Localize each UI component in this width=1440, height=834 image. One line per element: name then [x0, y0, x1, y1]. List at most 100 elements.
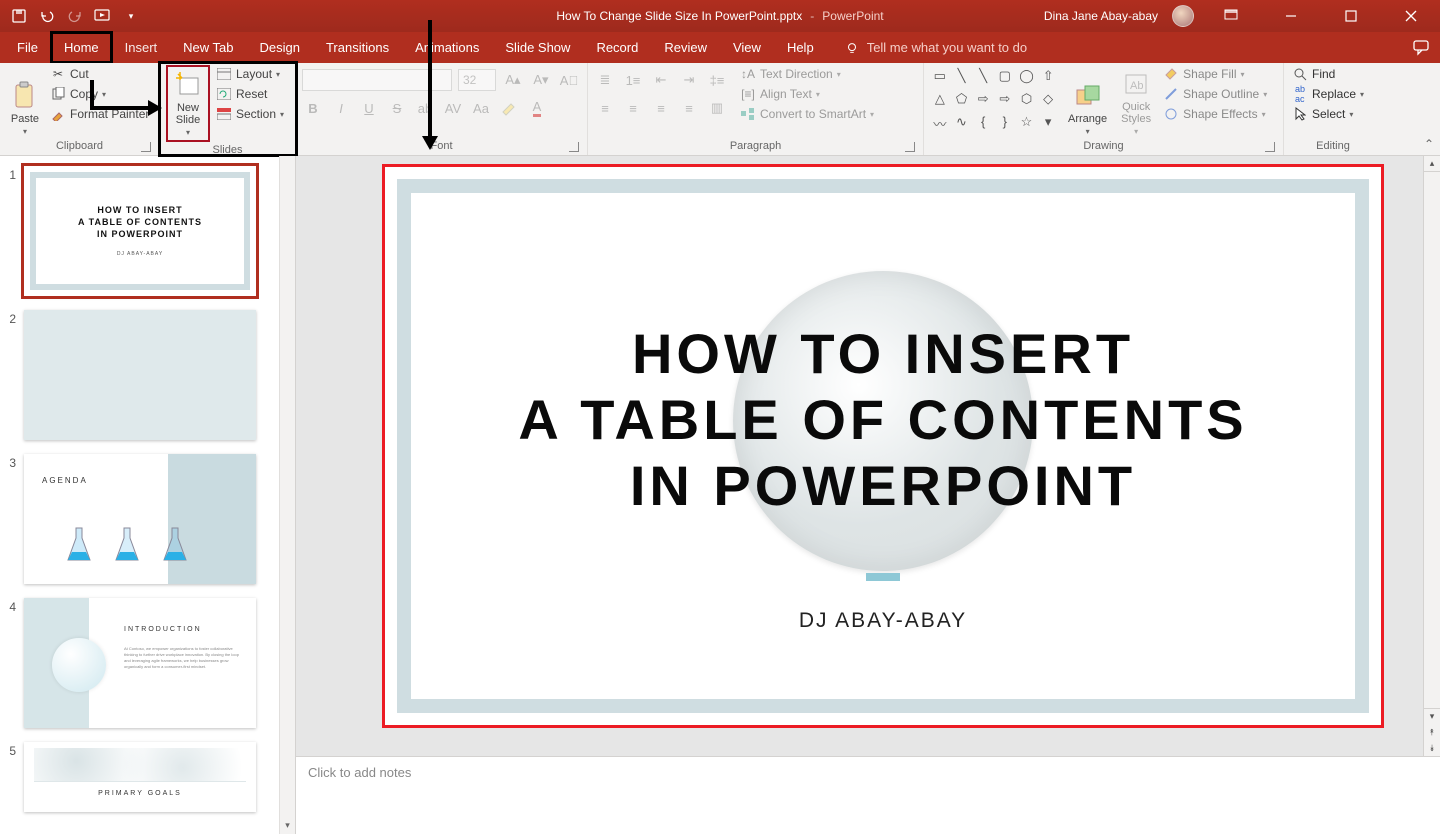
tab-review[interactable]: Review — [651, 32, 720, 63]
maximize-icon[interactable] — [1328, 0, 1374, 32]
arrange-button[interactable]: Arrange▾ — [1064, 65, 1111, 138]
bold-icon[interactable]: B — [302, 97, 324, 119]
thumbnail-slide-5[interactable]: PRIMARY GOALS — [24, 742, 256, 812]
shape-icon: ⬡ — [1017, 91, 1037, 112]
slide-canvas[interactable]: HOW TO INSERT A TABLE OF CONTENTS IN POW… — [382, 164, 1384, 728]
shape-outline-button[interactable]: Shape Outline▾ — [1161, 85, 1269, 103]
save-icon[interactable] — [10, 7, 28, 25]
dialog-launcher-icon[interactable] — [905, 142, 915, 152]
scroll-down-icon[interactable]: ▾ — [1424, 708, 1440, 724]
thumbnail-slide-1[interactable]: HOW TO INSERTA TABLE OF CONTENTSIN POWER… — [24, 166, 256, 296]
highlight-icon[interactable] — [498, 97, 520, 119]
tab-help[interactable]: Help — [774, 32, 827, 63]
italic-icon[interactable]: I — [330, 97, 352, 119]
quick-styles-button[interactable]: Ab Quick Styles▾ — [1117, 65, 1155, 138]
redo-icon[interactable] — [66, 7, 84, 25]
section-button[interactable]: Section▾ — [214, 105, 286, 123]
font-size-combo[interactable]: 32 — [458, 69, 496, 91]
undo-icon[interactable] — [38, 7, 56, 25]
dialog-launcher-icon[interactable] — [141, 142, 151, 152]
new-slide-button[interactable]: New Slide▾ — [169, 68, 207, 139]
text-direction-button[interactable]: ↕AText Direction▾ — [738, 65, 876, 83]
reset-button[interactable]: Reset — [214, 85, 286, 103]
reset-icon — [216, 86, 232, 102]
tab-transitions[interactable]: Transitions — [313, 32, 402, 63]
ribbon-display-options-icon[interactable] — [1208, 0, 1254, 32]
grow-font-icon[interactable]: A▴ — [502, 69, 524, 91]
tab-slideshow[interactable]: Slide Show — [492, 32, 583, 63]
align-left-icon[interactable]: ≡ — [594, 97, 616, 119]
paste-button[interactable]: Paste▾ — [6, 65, 44, 138]
shape-icon: ◇ — [1038, 91, 1058, 112]
prev-slide-icon[interactable]: ⯭ — [1424, 724, 1440, 740]
collapse-ribbon-icon[interactable]: ⌃ — [1424, 137, 1434, 151]
shape-icon: ▢ — [995, 68, 1015, 89]
tab-insert[interactable]: Insert — [112, 32, 171, 63]
qat-customize-icon[interactable]: ▾ — [122, 7, 140, 25]
comments-icon[interactable] — [1412, 38, 1430, 56]
bucket-icon — [1163, 66, 1179, 82]
scroll-up-icon[interactable]: ▴ — [1424, 156, 1440, 172]
select-button[interactable]: Select▾ — [1290, 105, 1366, 123]
convert-smartart-button[interactable]: Convert to SmartArt▾ — [738, 105, 876, 123]
slide-author[interactable]: DJ ABAY-ABAY — [411, 609, 1355, 633]
clear-formatting-icon[interactable]: A⃠ — [558, 69, 580, 91]
shrink-font-icon[interactable]: A▾ — [530, 69, 552, 91]
slide-thumbnail-pane[interactable]: 1 HOW TO INSERTA TABLE OF CONTENTSIN POW… — [0, 156, 296, 834]
dialog-launcher-icon[interactable] — [1265, 142, 1275, 152]
justify-icon[interactable]: ≡ — [678, 97, 700, 119]
smartart-icon — [740, 106, 756, 122]
replace-button[interactable]: abacReplace▾ — [1290, 85, 1366, 103]
thumbnail-slide-3[interactable]: AGENDA — [24, 454, 256, 584]
shape-fill-button[interactable]: Shape Fill▾ — [1161, 65, 1269, 83]
avatar[interactable] — [1172, 5, 1194, 27]
underline-icon[interactable]: U — [358, 97, 380, 119]
slide-title[interactable]: HOW TO INSERT A TABLE OF CONTENTS IN POW… — [411, 321, 1355, 519]
slide-canvas-area[interactable]: HOW TO INSERT A TABLE OF CONTENTS IN POW… — [296, 156, 1440, 756]
align-right-icon[interactable]: ≡ — [650, 97, 672, 119]
dialog-launcher-icon[interactable] — [569, 142, 579, 152]
increase-indent-icon[interactable]: ⇥ — [678, 69, 700, 91]
thumbnail-slide-2[interactable]: TABLE OF CONTENT PRIMARY GOALS QUARTERLY… — [24, 310, 256, 440]
tab-file[interactable]: File — [4, 32, 51, 63]
vertical-scrollbar[interactable]: ▴ ▾ ⯭ ⯯ — [1423, 156, 1440, 756]
annotation-arrow-down-icon — [420, 20, 440, 150]
find-button[interactable]: Find — [1290, 65, 1366, 83]
numbering-icon[interactable]: 1≡ — [622, 69, 644, 91]
font-color-icon[interactable]: A — [526, 97, 548, 119]
thumbnail-slide-4[interactable]: INTRODUCTION At Contoso, we empower orga… — [24, 598, 256, 728]
character-spacing-icon[interactable]: AV — [442, 97, 464, 119]
next-slide-icon[interactable]: ⯯ — [1424, 740, 1440, 756]
strikethrough-icon[interactable]: S — [386, 97, 408, 119]
accent-bar — [866, 573, 900, 581]
start-from-beginning-icon[interactable] — [94, 7, 112, 25]
shape-icon: ⬠ — [952, 91, 972, 112]
shapes-gallery[interactable]: ▭╲╲▢◯⇧ △⬠⇨⇨⬡◇ 〰∿{}☆▾ — [930, 65, 1058, 138]
tab-record[interactable]: Record — [583, 32, 651, 63]
align-center-icon[interactable]: ≡ — [622, 97, 644, 119]
shape-more-icon[interactable]: ▾ — [1038, 114, 1058, 138]
tab-design[interactable]: Design — [247, 32, 313, 63]
bullets-icon[interactable]: ≣ — [594, 69, 616, 91]
tab-home[interactable]: Home — [51, 32, 112, 63]
tab-view[interactable]: View — [720, 32, 774, 63]
layout-button[interactable]: Layout▾ — [214, 65, 286, 83]
line-spacing-icon[interactable]: ‡≡ — [706, 69, 728, 91]
decrease-indent-icon[interactable]: ⇤ — [650, 69, 672, 91]
group-label-drawing: Drawing — [1083, 140, 1123, 152]
shape-icon: ◯ — [1017, 68, 1037, 89]
notes-pane[interactable]: Click to add notes — [296, 756, 1440, 834]
minimize-icon[interactable] — [1268, 0, 1314, 32]
scrollbar[interactable]: ▾ — [279, 156, 295, 834]
paste-icon — [10, 81, 40, 111]
user-name[interactable]: Dina Jane Abay-abay — [1044, 9, 1158, 23]
tab-animations[interactable]: Animations — [402, 32, 492, 63]
scissors-icon: ✂ — [50, 66, 66, 82]
close-icon[interactable] — [1388, 0, 1434, 32]
change-case-icon[interactable]: Aa — [470, 97, 492, 119]
columns-icon[interactable]: ▥ — [706, 97, 728, 119]
align-text-button[interactable]: [≡]Align Text▾ — [738, 85, 876, 103]
shape-effects-button[interactable]: Shape Effects▾ — [1161, 105, 1269, 123]
tell-me[interactable]: Tell me what you want to do — [845, 32, 1027, 63]
tab-newtab[interactable]: New Tab — [170, 32, 246, 63]
